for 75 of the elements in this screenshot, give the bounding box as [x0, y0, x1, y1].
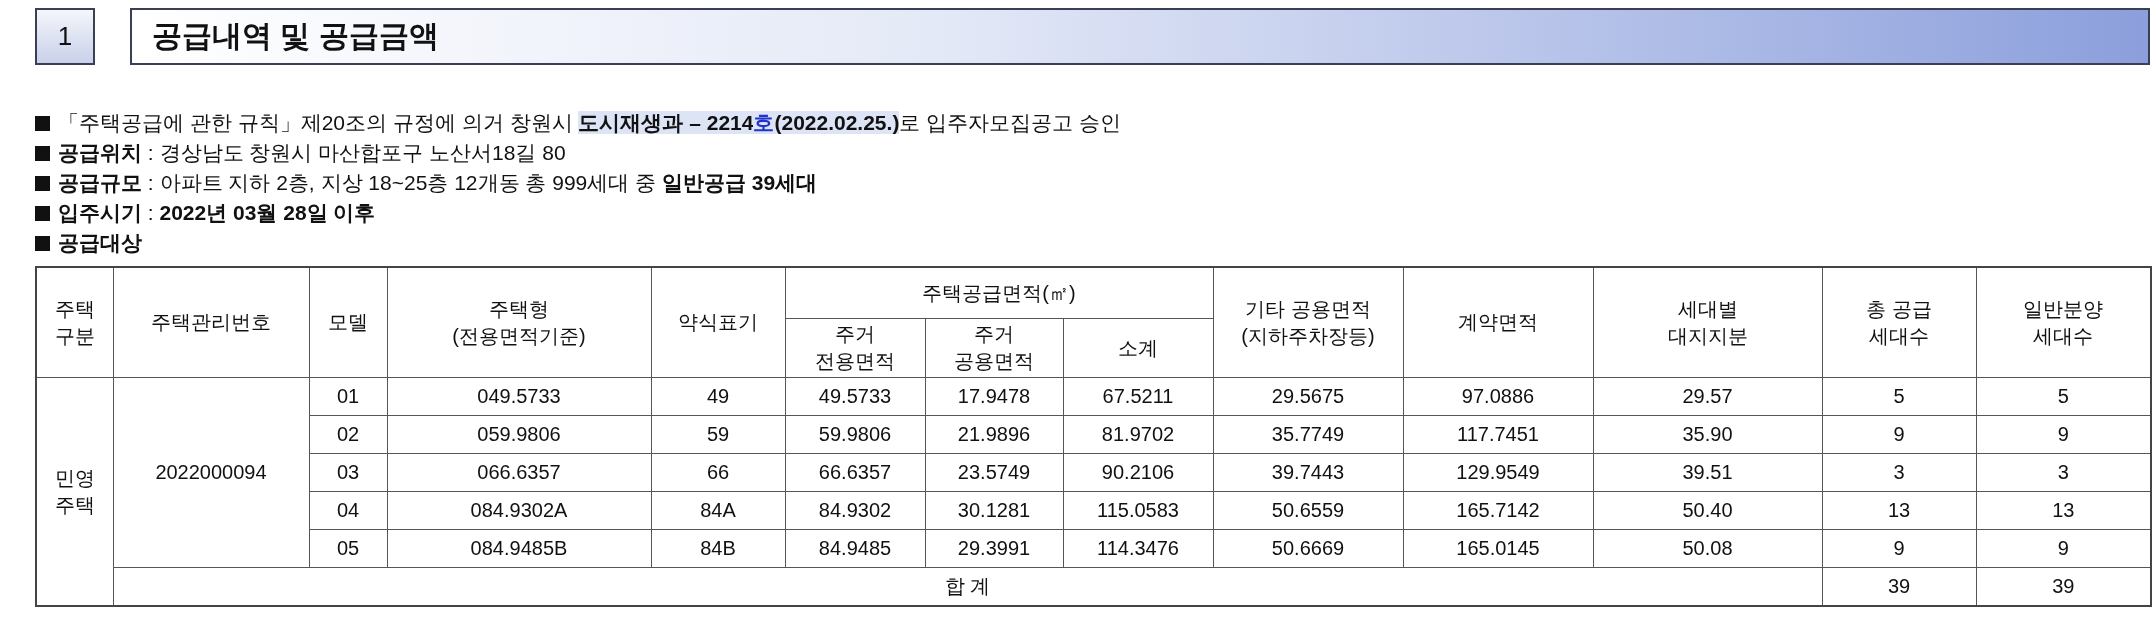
table-cell: 23.5749 [925, 453, 1063, 492]
table-cell: 066.6357 [387, 453, 651, 492]
table-cell: 114.3476 [1063, 529, 1213, 568]
column-header: 계약면적 [1403, 267, 1593, 378]
table-cell: 2022000094 [113, 377, 309, 568]
bullet-icon [35, 175, 50, 191]
column-header: 주택 구분 [36, 267, 113, 378]
table-cell: 059.9806 [387, 415, 651, 454]
table-cell: 35.7749 [1213, 415, 1403, 454]
table-cell: 50.08 [1593, 529, 1822, 568]
table-cell: 03 [309, 453, 387, 492]
notice-text: 입주시기 : 2022년 03월 28일 이후 [58, 200, 376, 226]
table-cell: 84.9485 [785, 529, 925, 568]
table-cell: 165.0145 [1403, 529, 1593, 568]
table-cell: 90.2106 [1063, 453, 1213, 492]
table-cell: 9 [1822, 529, 1976, 568]
table-cell: 59 [651, 415, 785, 454]
bullet-icon [35, 235, 50, 251]
column-header: 주택관리번호 [113, 267, 309, 378]
table-cell: 66.6357 [785, 453, 925, 492]
table-cell: 117.7451 [1403, 415, 1593, 454]
column-header: 기타 공용면적 (지하주차장등) [1213, 267, 1403, 378]
column-header: 주거 공용면적 [925, 318, 1063, 378]
table-cell: 35.90 [1593, 415, 1822, 454]
notice-text: 공급대상 [58, 230, 142, 256]
column-header: 약식표기 [651, 267, 785, 378]
table-cell: 39.7443 [1213, 453, 1403, 492]
table-cell: 66 [651, 453, 785, 492]
bullet-icon [35, 115, 50, 131]
table-cell: 84.9302 [785, 491, 925, 530]
notice-text: 공급규모 : 아파트 지하 2층, 지상 18~25층 12개동 총 999세대 중 일반공급 39세대 [58, 170, 818, 196]
table-cell: 50.6669 [1213, 529, 1403, 568]
table-cell: 67.5211 [1063, 377, 1213, 416]
column-header: 주거 전용면적 [785, 318, 925, 378]
table-cell: 50.6559 [1213, 491, 1403, 530]
table-cell: 02 [309, 415, 387, 454]
table-cell: 84A [651, 491, 785, 530]
table-cell: 50.40 [1593, 491, 1822, 530]
table-cell: 129.9549 [1403, 453, 1593, 492]
table-cell: 30.1281 [925, 491, 1063, 530]
table-cell: 5 [1822, 377, 1976, 416]
table-cell: 01 [309, 377, 387, 416]
notice-text: 공급위치 : 경상남도 창원시 마산합포구 노산서18길 80 [58, 140, 566, 166]
section-number: 1 [35, 8, 95, 65]
table-cell: 59.9806 [785, 415, 925, 454]
bullet-icon [35, 145, 50, 161]
table-cell: 39.51 [1593, 453, 1822, 492]
table-cell: 84B [651, 529, 785, 568]
table-cell: 9 [1822, 415, 1976, 454]
table-cell: 97.0886 [1403, 377, 1593, 416]
column-header: 모델 [309, 267, 387, 378]
table-cell: 084.9302A [387, 491, 651, 530]
column-header: 주택형 (전용면적기준) [387, 267, 651, 378]
table-cell: 3 [1822, 453, 1976, 492]
table-cell: 21.9896 [925, 415, 1063, 454]
column-header: 주택공급면적(㎡) [785, 267, 1213, 319]
table-cell: 49.5733 [785, 377, 925, 416]
table-cell: 05 [309, 529, 387, 568]
notice-text: 「주택공급에 관한 규칙」제20조의 규정에 의거 창원시 도시재생과 – 2214호(2022.02.25.)로 입주자모집공고 승인 [58, 110, 1122, 136]
table-cell: 04 [309, 491, 387, 530]
table-cell: 81.9702 [1063, 415, 1213, 454]
table-cell: 49 [651, 377, 785, 416]
table-cell: 115.0583 [1063, 491, 1213, 530]
table-cell: 165.7142 [1403, 491, 1593, 530]
table-cell: 084.9485B [387, 529, 651, 568]
column-header: 세대별 대지지분 [1593, 267, 1822, 378]
table-cell: 29.57 [1593, 377, 1822, 416]
table-cell: 13 [1822, 491, 1976, 530]
table-cell: 049.5733 [387, 377, 651, 416]
table-cell: 29.5675 [1213, 377, 1403, 416]
table-cell: 17.9478 [925, 377, 1063, 416]
bullet-icon [35, 205, 50, 221]
section-title: 공급내역 및 공급금액 [130, 8, 2150, 65]
column-header: 총 공급 세대수 [1822, 267, 1976, 378]
table-cell: 29.3991 [925, 529, 1063, 568]
